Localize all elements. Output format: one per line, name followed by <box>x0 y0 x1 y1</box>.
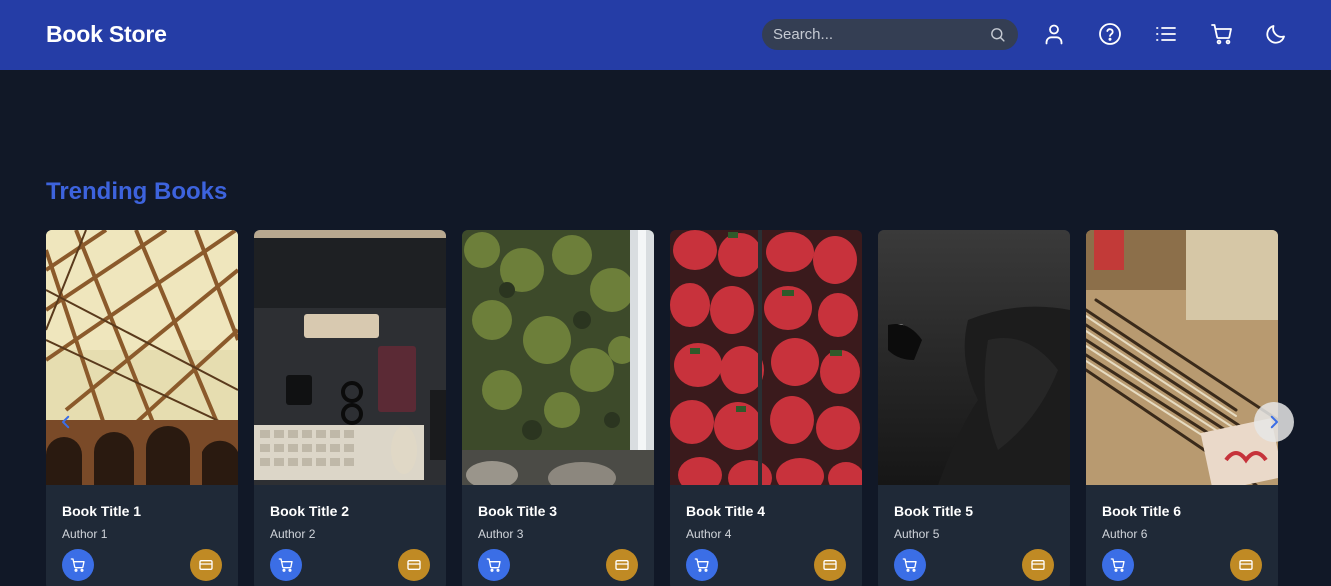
book-author: Author 5 <box>894 527 940 541</box>
book-cover-image[interactable] <box>1086 230 1278 485</box>
add-to-cart-button[interactable] <box>478 549 510 581</box>
credit-card-icon <box>615 560 629 570</box>
book-card[interactable]: Book Title 4 Author 4 <box>670 230 862 586</box>
buy-now-button[interactable] <box>398 549 430 581</box>
book-card[interactable]: Book Title 2 Author 2 <box>254 230 446 586</box>
section-title: Trending Books <box>46 178 228 205</box>
book-author: Author 3 <box>478 527 524 541</box>
search-box <box>762 19 1018 50</box>
buy-now-button[interactable] <box>1230 549 1262 581</box>
brand-logo[interactable]: Book Store <box>46 21 167 48</box>
cart-icon <box>694 558 709 572</box>
cart-icon <box>278 558 293 572</box>
search-icon[interactable] <box>989 26 1006 43</box>
book-title: Book Title 2 <box>270 503 350 519</box>
carousel-prev-button[interactable] <box>46 402 86 442</box>
book-author: Author 2 <box>270 527 316 541</box>
cart-icon <box>70 558 85 572</box>
add-to-cart-button[interactable] <box>686 549 718 581</box>
book-title: Book Title 6 <box>1102 503 1182 519</box>
book-card[interactable]: Book Title 3 Author 3 <box>462 230 654 586</box>
moon-icon[interactable] <box>1264 22 1288 46</box>
book-cover-image[interactable] <box>878 230 1070 485</box>
cart-icon <box>1110 558 1125 572</box>
book-author: Author 1 <box>62 527 108 541</box>
book-title: Book Title 5 <box>894 503 974 519</box>
chevron-left-icon <box>62 415 70 429</box>
buy-now-button[interactable] <box>190 549 222 581</box>
cart-icon <box>902 558 917 572</box>
buy-now-button[interactable] <box>814 549 846 581</box>
navbar: Book Store <box>0 0 1331 70</box>
credit-card-icon <box>823 560 837 570</box>
add-to-cart-button[interactable] <box>894 549 926 581</box>
book-title: Book Title 3 <box>478 503 558 519</box>
help-icon[interactable] <box>1098 22 1122 46</box>
cart-icon <box>486 558 501 572</box>
credit-card-icon <box>1031 560 1045 570</box>
book-carousel: Book Title 1 Author 1 Book Title 2 Autho… <box>46 230 1286 586</box>
book-title: Book Title 4 <box>686 503 766 519</box>
book-cover-image[interactable] <box>46 230 238 485</box>
book-author: Author 4 <box>686 527 732 541</box>
book-cover-image[interactable] <box>254 230 446 485</box>
book-card[interactable]: Book Title 6 Author 6 <box>1086 230 1278 586</box>
list-icon[interactable] <box>1154 22 1178 46</box>
book-cover-image[interactable] <box>462 230 654 485</box>
search-input[interactable] <box>762 19 1018 50</box>
credit-card-icon <box>199 560 213 570</box>
credit-card-icon <box>1239 560 1253 570</box>
cart-icon[interactable] <box>1210 22 1234 46</box>
add-to-cart-button[interactable] <box>1102 549 1134 581</box>
book-card[interactable]: Book Title 5 Author 5 <box>878 230 1070 586</box>
add-to-cart-button[interactable] <box>62 549 94 581</box>
book-author: Author 6 <box>1102 527 1148 541</box>
buy-now-button[interactable] <box>1022 549 1054 581</box>
credit-card-icon <box>407 560 421 570</box>
add-to-cart-button[interactable] <box>270 549 302 581</box>
carousel-next-button[interactable] <box>1254 402 1294 442</box>
book-title: Book Title 1 <box>62 503 142 519</box>
user-icon[interactable] <box>1042 22 1066 46</box>
book-cover-image[interactable] <box>670 230 862 485</box>
buy-now-button[interactable] <box>606 549 638 581</box>
chevron-right-icon <box>1270 415 1278 429</box>
